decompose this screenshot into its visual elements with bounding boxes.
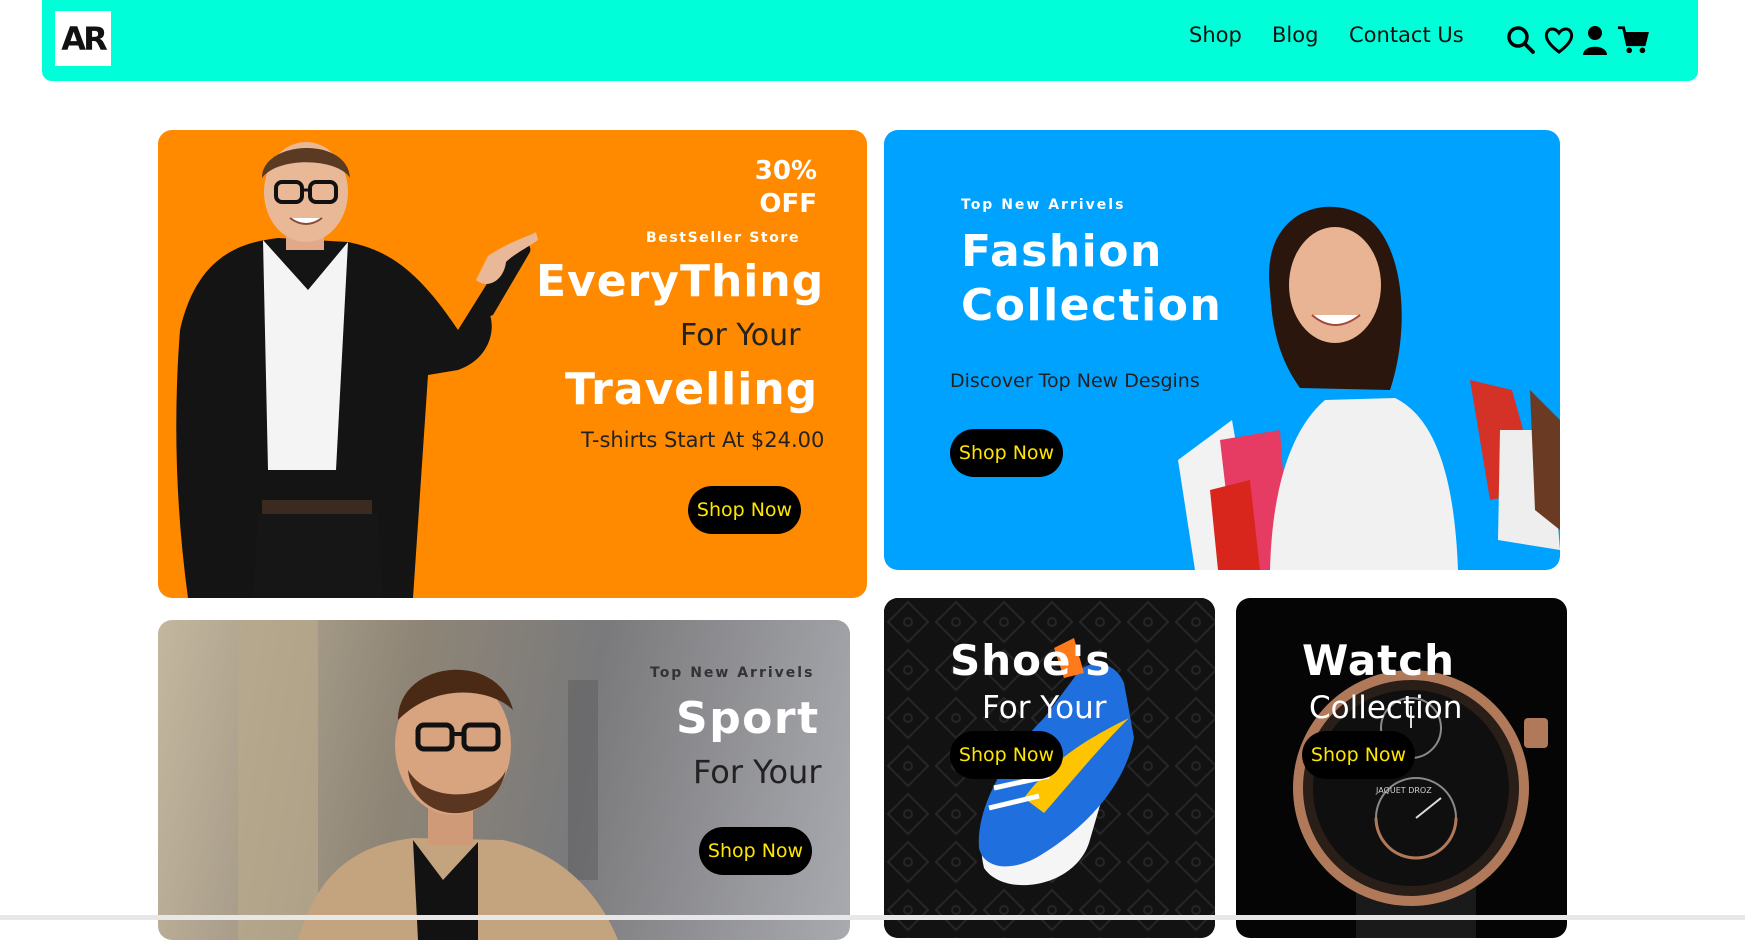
nav-link-shop[interactable]: Shop bbox=[1189, 23, 1242, 47]
shop-now-button-watch[interactable]: Shop Now bbox=[1302, 731, 1415, 779]
store-label: BestSeller Store bbox=[646, 230, 801, 246]
promo-card-watch: JAQUET DROZ Watch Collection Shop Now bbox=[1236, 598, 1567, 938]
user-icon[interactable] bbox=[1579, 24, 1611, 56]
promo-card-sport: Top New Arrivels Sport For Your Shop Now bbox=[158, 620, 850, 940]
sport-title-line2: For Your bbox=[693, 753, 822, 791]
shop-now-button-shoes[interactable]: Shop Now bbox=[950, 731, 1063, 779]
nav-link-contact[interactable]: Contact Us bbox=[1349, 23, 1464, 47]
discount-label: 30% OFF bbox=[754, 156, 817, 219]
horizontal-scrollbar[interactable] bbox=[0, 915, 1745, 920]
top-navbar: AR Shop Blog Contact Us bbox=[42, 0, 1698, 81]
logo-text: AR bbox=[61, 19, 107, 58]
promo-card-shoes: Shoe's For Your Shop Now bbox=[884, 598, 1215, 938]
shop-now-button-fashion[interactable]: Shop Now bbox=[950, 429, 1063, 477]
sport-title: Sport bbox=[676, 693, 820, 744]
cart-icon[interactable] bbox=[1617, 24, 1649, 56]
man-with-glasses-image bbox=[238, 620, 618, 940]
travel-subtitle: T-shirts Start At $24.00 bbox=[581, 428, 825, 452]
travel-title-line2: For Your bbox=[680, 318, 801, 353]
fashion-eyebrow: Top New Arrivels bbox=[961, 197, 1126, 213]
shop-now-button-travel[interactable]: Shop Now bbox=[688, 486, 801, 534]
shop-now-button-sport[interactable]: Shop Now bbox=[699, 827, 812, 875]
watch-brand-text: JAQUET DROZ bbox=[1375, 786, 1432, 795]
logo[interactable]: AR bbox=[55, 11, 111, 66]
travel-title-line1: EveryThing bbox=[536, 256, 825, 307]
woman-with-bags-image bbox=[1178, 206, 1560, 570]
shoes-title: Shoe's bbox=[950, 636, 1112, 685]
travel-title-line3: Travelling bbox=[565, 364, 819, 415]
nav-link-blog[interactable]: Blog bbox=[1272, 23, 1318, 47]
sport-eyebrow: Top New Arrivels bbox=[650, 665, 815, 681]
shoes-title-line2: For Your bbox=[982, 690, 1107, 726]
heart-icon[interactable] bbox=[1543, 24, 1575, 56]
fashion-subtitle: Discover Top New Desgins bbox=[950, 370, 1200, 392]
man-in-suit-image bbox=[176, 142, 538, 598]
fashion-title: Fashion Collection bbox=[961, 226, 1223, 331]
watch-title: Watch bbox=[1302, 636, 1456, 685]
promo-card-travel: 30% OFF BestSeller Store EveryThing For … bbox=[158, 130, 867, 598]
search-icon[interactable] bbox=[1505, 24, 1537, 56]
promo-card-fashion: Top New Arrivels Fashion Collection Disc… bbox=[884, 130, 1560, 570]
watch-title-line2: Collection bbox=[1309, 690, 1463, 726]
